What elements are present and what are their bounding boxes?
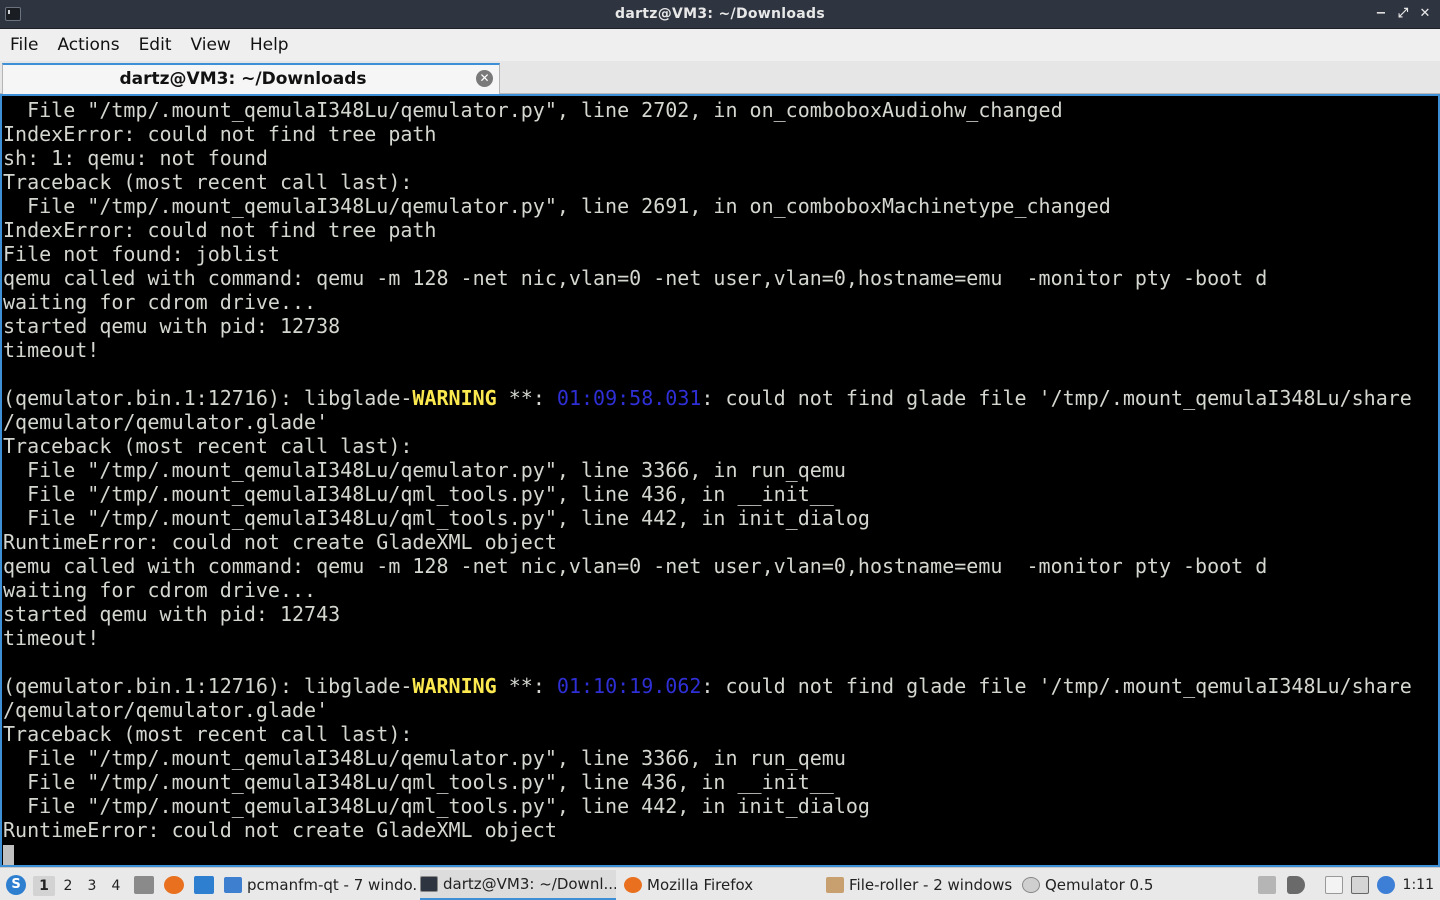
clock[interactable]: 1:11 [1403,877,1434,893]
qemulator-icon [1022,877,1040,893]
terminal-line: started qemu with pid: 12738 [3,314,341,338]
task-label: Qemulator 0.5 [1045,876,1154,894]
menu-view[interactable]: View [182,35,238,55]
desktop-4[interactable]: 4 [105,876,127,896]
desktop-3[interactable]: 3 [81,876,103,896]
task-label: File-roller - 2 windows [849,876,1013,894]
task-file-roller[interactable]: File-roller - 2 windows [826,870,1016,900]
show-desktop-icon[interactable] [194,876,214,894]
window-titlebar[interactable]: dartz@VM3: ~/Downloads − ⤢ ✕ [0,0,1440,29]
firefox-icon [624,877,642,893]
terminal-icon [420,876,438,892]
terminal-text-segment: : could not find glade file '/tmp/.mount… [701,386,1412,410]
network-icon[interactable] [1351,876,1369,894]
warning-label: WARNING [412,386,497,410]
terminal-line: qemu called with command: qemu -m 128 -n… [3,554,1268,578]
terminal-line: IndexError: could not find tree path [3,218,437,242]
window-title: dartz@VM3: ~/Downloads [615,6,825,22]
terminal-line: qemu called with command: qemu -m 128 -n… [3,266,1268,290]
terminal-view[interactable]: File "/tmp/.mount_qemulaI348Lu/qemulator… [0,94,1440,867]
prompt-line[interactable] [3,842,1412,865]
desktop-1[interactable]: 1 [33,876,55,896]
task-label: pcmanfm-qt - 7 windo... [247,876,416,894]
menu-edit[interactable]: Edit [131,35,180,55]
tab-close-icon[interactable]: ✕ [476,70,493,87]
terminal-line: Traceback (most recent call last): [3,434,413,458]
clipboard-icon[interactable] [1325,876,1343,894]
task-firefox[interactable]: Mozilla Firefox [624,870,814,900]
terminal-line: File "/tmp/.mount_qemulaI348Lu/qml_tools… [3,506,870,530]
file-manager-launcher-icon[interactable] [134,876,154,894]
terminal-line: File not found: joblist [3,242,280,266]
minimize-button[interactable]: − [1374,6,1388,22]
eject-icon[interactable] [1258,876,1276,894]
task-label: Mozilla Firefox [647,876,754,894]
folder-icon [224,877,242,893]
task-label: dartz@VM3: ~/Downl... [443,875,616,893]
terminal-line: /qemulator/qemulator.glade' [3,410,329,434]
tab-bar: dartz@VM3: ~/Downloads ✕ [0,61,1440,94]
taskbar: S 1 2 3 4 pcmanfm-qt - 7 windo... dartz@… [0,867,1440,900]
terminal-line: started qemu with pid: 12743 [3,602,341,626]
terminal-line: (qemulator.bin.1:12716): libglade-WARNIN… [3,674,1412,698]
close-button[interactable]: ✕ [1418,6,1432,22]
terminal-line: Traceback (most recent call last): [3,170,413,194]
terminal-line: IndexError: could not find tree path [3,122,437,146]
task-qemulator[interactable]: Qemulator 0.5 [1022,870,1212,900]
menu-file[interactable]: File [2,35,46,55]
desktop-2[interactable]: 2 [57,876,79,896]
menu-help[interactable]: Help [242,35,297,55]
text-cursor [3,845,14,865]
timestamp: 01:10:19.062 [556,674,702,698]
terminal-line: File "/tmp/.mount_qemulaI348Lu/qemulator… [3,458,846,482]
terminal-text-segment: (qemulator.bin.1:12716): libglade- [3,386,413,410]
volume-icon[interactable] [1287,876,1305,894]
archive-icon [826,877,844,893]
terminal-text-segment: : could not find glade file '/tmp/.mount… [701,674,1412,698]
task-pcmanfm[interactable]: pcmanfm-qt - 7 windo... [224,870,416,900]
terminal-line: File "/tmp/.mount_qemulaI348Lu/qemulator… [3,746,846,770]
terminal-line: waiting for cdrom drive... [3,290,317,314]
start-menu-icon[interactable]: S [6,875,26,895]
menu-bar: File Actions Edit View Help [0,29,1440,61]
tab-label: dartz@VM3: ~/Downloads [119,69,367,89]
terminal-line: timeout! [3,338,100,362]
terminal-line: sh: 1: qemu: not found [3,146,268,170]
timestamp: 01:09:58.031 [556,386,702,410]
terminal-text-segment: (qemulator.bin.1:12716): libglade- [3,674,413,698]
firefox-launcher-icon[interactable] [164,876,184,894]
terminal-line: RuntimeError: could not create GladeXML … [3,530,557,554]
terminal-line: File "/tmp/.mount_qemulaI348Lu/qemulator… [3,98,1063,122]
terminal-output: File "/tmp/.mount_qemulaI348Lu/qemulator… [3,98,1412,865]
terminal-line: File "/tmp/.mount_qemulaI348Lu/qml_tools… [3,794,870,818]
terminal-text-segment: **: [496,386,557,410]
terminal-line: File "/tmp/.mount_qemulaI348Lu/qml_tools… [3,770,834,794]
notification-icon[interactable] [1377,876,1395,894]
terminal-line: RuntimeError: could not create GladeXML … [3,818,557,842]
terminal-line: File "/tmp/.mount_qemulaI348Lu/qml_tools… [3,482,834,506]
terminal-line: timeout! [3,626,100,650]
terminal-line: waiting for cdrom drive... [3,578,317,602]
terminal-line: File "/tmp/.mount_qemulaI348Lu/qemulator… [3,194,1111,218]
terminal-line: (qemulator.bin.1:12716): libglade-WARNIN… [3,386,1412,410]
terminal-text-segment: **: [496,674,557,698]
menu-actions[interactable]: Actions [49,35,127,55]
warning-label: WARNING [412,674,497,698]
terminal-tab[interactable]: dartz@VM3: ~/Downloads ✕ [2,63,500,94]
terminal-line: /qemulator/qemulator.glade' [3,698,329,722]
maximize-button[interactable]: ⤢ [1396,6,1410,22]
terminal-line: Traceback (most recent call last): [3,722,413,746]
task-terminal[interactable]: dartz@VM3: ~/Downl... [420,870,616,900]
